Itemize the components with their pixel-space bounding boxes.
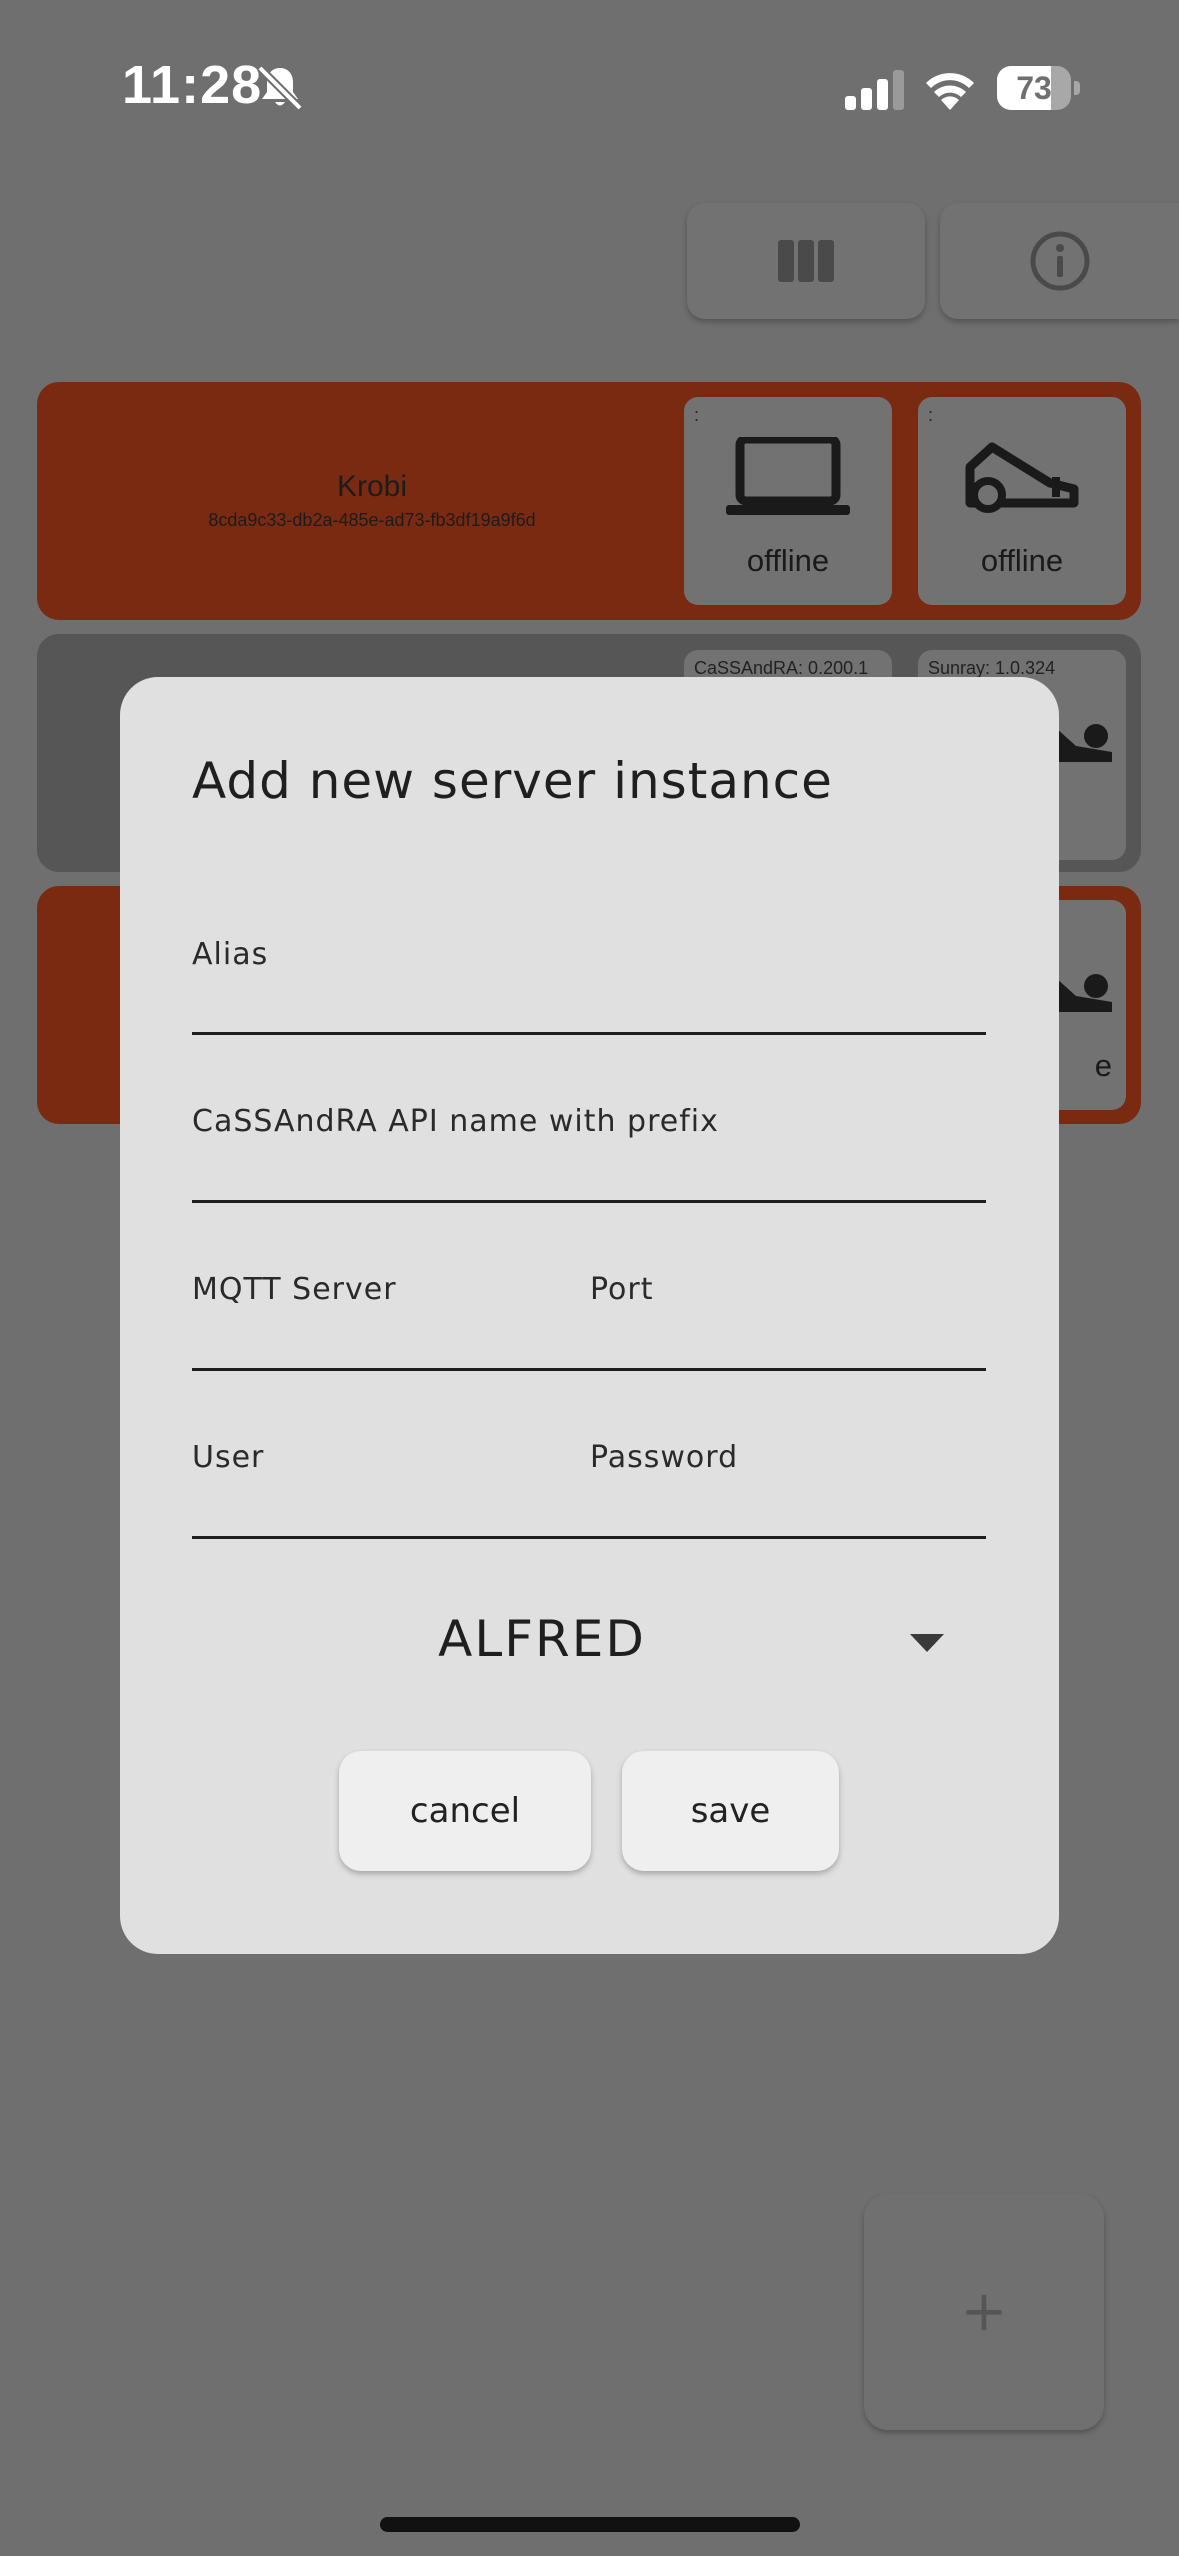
- mower-version: :: [928, 405, 934, 425]
- add-server-button[interactable]: +: [864, 2194, 1104, 2430]
- robot-mower-icon: [965, 442, 1079, 513]
- cellular-signal-icon: [845, 70, 904, 110]
- caret-down-icon[interactable]: [910, 1634, 944, 1654]
- password-input[interactable]: [590, 1474, 986, 1534]
- mower-version-2: Sunray: 1.0.324: [928, 658, 1056, 678]
- mqtt-server-input[interactable]: [192, 1306, 582, 1366]
- server-card-title: Krobi: [336, 470, 408, 503]
- alias-label: Alias: [192, 937, 269, 972]
- alias-underline: [192, 1032, 986, 1035]
- mqtt-server-label: MQTT Server: [192, 1272, 397, 1307]
- mower-status-label: offline: [980, 543, 1064, 578]
- battery-percent: 73: [1016, 70, 1052, 106]
- save-button[interactable]: save: [622, 1751, 839, 1871]
- bell-muted-icon: [257, 65, 303, 111]
- api-name-underline: [192, 1200, 986, 1203]
- user-input[interactable]: [192, 1474, 582, 1534]
- home-indicator[interactable]: [380, 2517, 800, 2532]
- status-time: 11:28: [122, 55, 263, 115]
- cancel-button[interactable]: cancel: [339, 1751, 591, 1871]
- plus-icon: +: [960, 2279, 1008, 2344]
- credentials-underline: [192, 1536, 986, 1539]
- server-status-label: offline: [746, 543, 830, 578]
- battery-indicator: 73: [997, 66, 1081, 110]
- server-version: :: [694, 405, 700, 425]
- password-label: Password: [590, 1440, 739, 1475]
- dialog-title: Add new server instance: [192, 752, 833, 810]
- info-icon: [1030, 231, 1089, 291]
- columns-icon: [778, 240, 834, 282]
- api-name-label: CaSSAndRA API name with prefix: [192, 1104, 719, 1139]
- port-input[interactable]: [590, 1306, 986, 1366]
- server-version-2: CaSSAndRA: 0.200.1: [694, 658, 869, 678]
- server-status-tile[interactable]: : offline: [684, 397, 892, 605]
- robot-mower-icon: [1056, 974, 1112, 1012]
- user-label: User: [192, 1440, 265, 1475]
- mower-status-tile[interactable]: : offline: [918, 397, 1126, 605]
- alias-input[interactable]: [192, 970, 986, 1030]
- server-card-id: 8cda9c33-db2a-485e-ad73-fb3df19a9f6d: [208, 510, 536, 530]
- wifi-icon: [926, 73, 974, 110]
- mqtt-underline: [192, 1368, 986, 1371]
- robot-mower-icon: [1056, 724, 1112, 762]
- columns-button[interactable]: [687, 203, 925, 319]
- dropdown-selected-value: ALFRED: [438, 1610, 646, 1668]
- mower-status-label-3: e: [1094, 1048, 1112, 1083]
- info-button[interactable]: [940, 203, 1179, 319]
- api-name-input[interactable]: [192, 1140, 986, 1200]
- laptop-icon: [726, 437, 850, 515]
- port-label: Port: [590, 1272, 654, 1307]
